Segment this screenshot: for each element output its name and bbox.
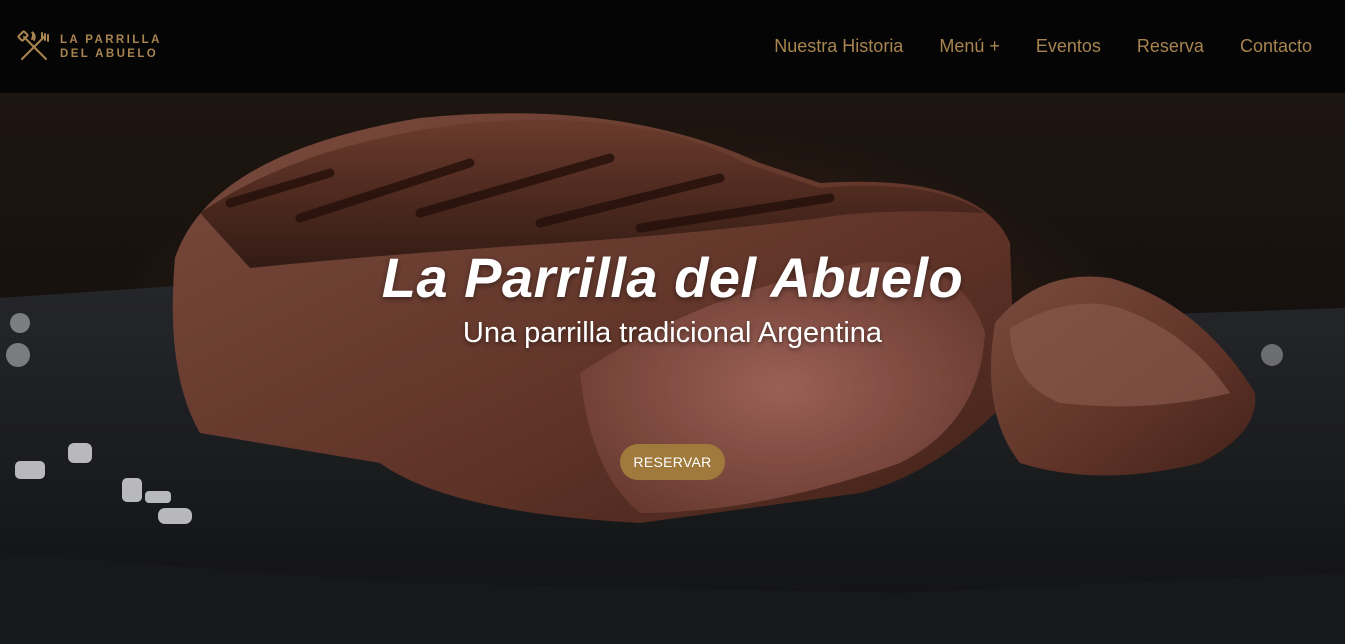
hero-subtitle: Una parrilla tradicional Argentina [462, 317, 883, 349]
reserve-button[interactable]: RESERVAR [620, 444, 725, 480]
nav-item-menu[interactable]: Menú + [939, 36, 1000, 57]
nav-item-nuestra-historia[interactable]: Nuestra Historia [774, 36, 903, 57]
site-header: LA PARRILLA DEL ABUELO Nuestra Historia … [0, 0, 1345, 93]
nav-item-eventos[interactable]: Eventos [1036, 36, 1101, 57]
page: LA PARRILLA DEL ABUELO Nuestra Historia … [0, 0, 1345, 644]
nav-item-contacto[interactable]: Contacto [1240, 36, 1312, 57]
grill-utensils-icon [17, 29, 49, 60]
brand-name: LA PARRILLA DEL ABUELO [60, 33, 162, 61]
brand-name-line2: DEL ABUELO [60, 47, 159, 60]
hero-section: La Parrilla del Abuelo Una parrilla trad… [0, 93, 1345, 644]
hero-title: La Parrilla del Abuelo [381, 246, 964, 309]
nav-item-reserva[interactable]: Reserva [1137, 36, 1204, 57]
hero-content: La Parrilla del Abuelo Una parrilla trad… [0, 93, 1345, 644]
main-nav: Nuestra Historia Menú + Eventos Reserva … [774, 36, 1312, 57]
brand-name-line1: LA PARRILLA [60, 33, 162, 46]
brand-logo[interactable]: LA PARRILLA DEL ABUELO [16, 29, 162, 65]
